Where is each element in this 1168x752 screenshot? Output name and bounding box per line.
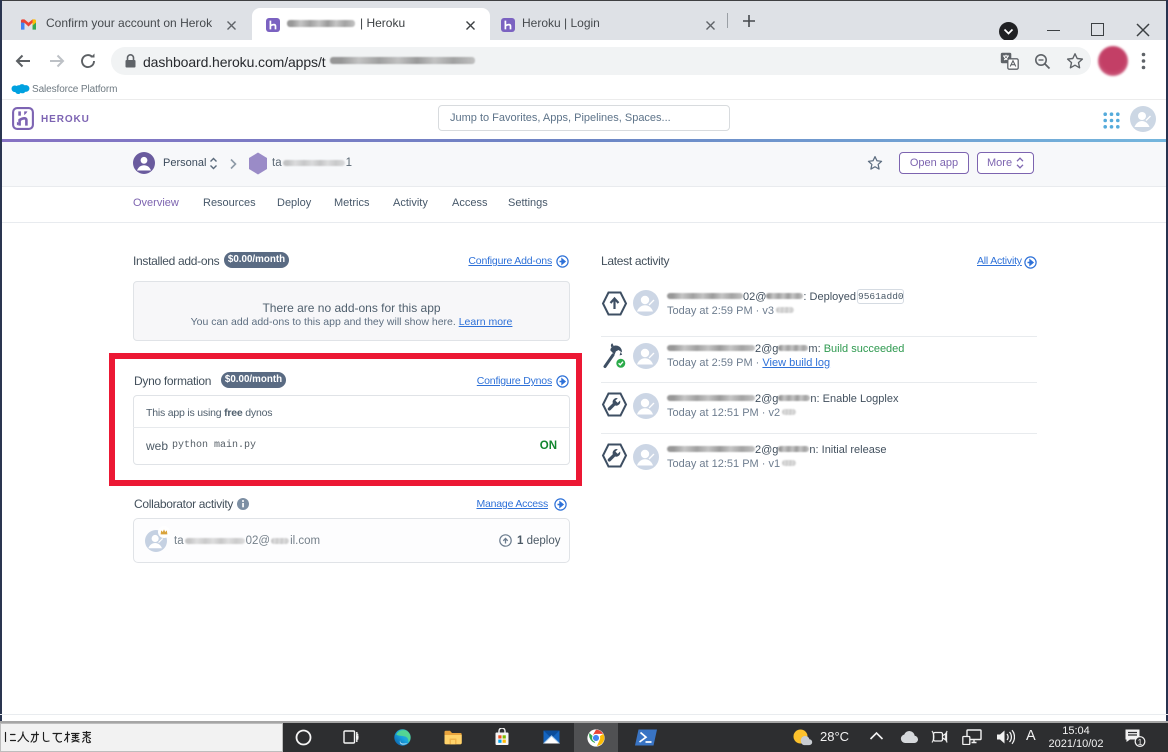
svg-text:1: 1 [1138, 737, 1143, 747]
